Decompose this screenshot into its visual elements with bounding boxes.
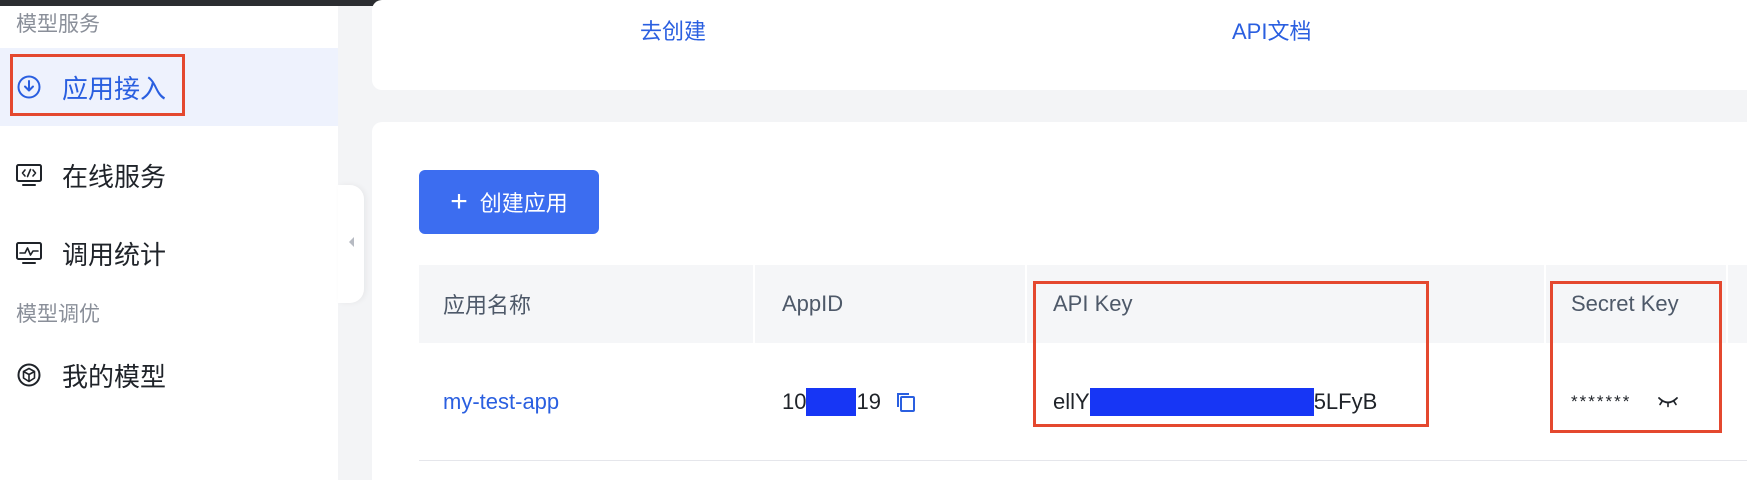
column-header-appid: AppID [782,291,844,316]
quick-links-card: 去创建 API文档 [372,0,1747,90]
create-link[interactable]: 去创建 [640,14,706,46]
column-divider [1726,265,1728,343]
column-header-app-name: 应用名称 [443,293,532,318]
sidebar-collapse-toggle[interactable] [338,185,364,303]
model-cube-icon [14,360,44,390]
redaction-block [806,388,857,416]
monitor-code-icon [14,160,44,190]
appid-prefix: 10 [782,389,807,414]
column-divider [753,265,755,343]
sidebar-section-tuning: 模型调优 [16,303,100,326]
sidebar-item-call-stats[interactable]: 调用统计 [0,214,338,292]
create-app-button[interactable]: + 创建应用 [419,170,599,234]
sidebar-item-label: 在线服务 [62,161,167,192]
copy-icon[interactable] [895,391,917,413]
create-app-label: 创建应用 [479,191,568,216]
plus-icon: + [450,185,468,218]
sidebar-item-my-models[interactable]: 我的模型 [0,336,338,414]
highlight-box-app-access [10,54,185,116]
appid-cell: 10 19 [782,362,917,442]
sidebar-section-service: 模型服务 [16,13,100,36]
sidebar-item-online-service[interactable]: 在线服务 [0,136,338,214]
table-row-divider [419,460,1747,461]
api-doc-link[interactable]: API文档 [1232,14,1311,46]
sidebar-item-label: 我的模型 [62,361,167,392]
column-divider [1544,265,1546,343]
highlight-box-secret-key [1550,281,1722,433]
caret-left-icon [346,235,356,254]
column-divider [1025,265,1027,343]
sidebar-item-label: 调用统计 [62,239,167,270]
appid-suffix: 19 [856,389,881,414]
highlight-box-api-key [1033,281,1429,427]
app-name-link[interactable]: my-test-app [443,362,559,442]
monitor-chart-icon [14,238,44,268]
